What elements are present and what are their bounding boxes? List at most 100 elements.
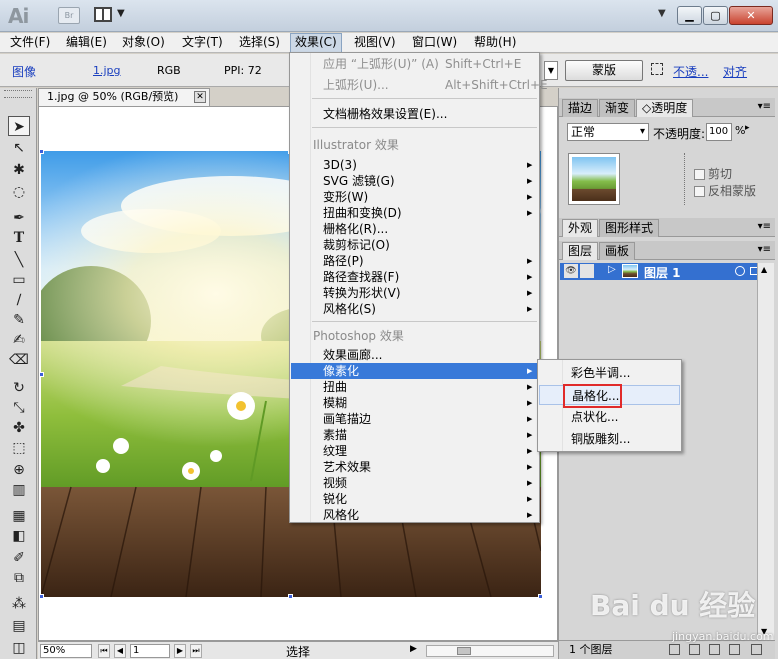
- menu-item-pixelate[interactable]: 像素化 ▶: [291, 363, 539, 379]
- lock-toggle[interactable]: [580, 264, 594, 278]
- close-button[interactable]: ✕: [729, 6, 773, 25]
- opacity-slider-icon[interactable]: ▸: [745, 123, 750, 133]
- last-artboard-icon[interactable]: ⏭: [190, 644, 202, 658]
- blend-tool-icon[interactable]: ⧉: [8, 568, 30, 588]
- new-sublayer-icon[interactable]: [709, 644, 720, 655]
- toolbar-grip[interactable]: [4, 90, 32, 98]
- menu-item-stylize-ps[interactable]: 风格化 ▶: [291, 507, 539, 523]
- menu-edit[interactable]: 编辑(E): [62, 33, 111, 53]
- line-tool-icon[interactable]: ╲: [8, 250, 30, 270]
- menu-item-texture[interactable]: 纹理 ▶: [291, 443, 539, 459]
- menu-item-sharpen[interactable]: 锐化 ▶: [291, 491, 539, 507]
- bounding-handle[interactable]: [288, 594, 293, 599]
- clipping-mask-icon[interactable]: [689, 644, 700, 655]
- column-graph-tool-icon[interactable]: ▤: [8, 616, 30, 636]
- magic-wand-tool-icon[interactable]: ✱: [8, 160, 30, 180]
- bridge-button[interactable]: Br: [58, 7, 80, 24]
- menu-item-raster-settings[interactable]: 文档栅格效果设置(E)...: [291, 106, 539, 122]
- menu-item-pathfinder[interactable]: 路径查找器(F) ▶: [291, 269, 539, 285]
- panel-menu-icon[interactable]: ▾≡: [758, 101, 771, 112]
- tab-transparency[interactable]: ◇透明度: [636, 99, 694, 117]
- eye-icon[interactable]: 👁: [564, 264, 578, 278]
- direct-selection-tool-icon[interactable]: ↖: [8, 138, 30, 158]
- menu-item-pointillize[interactable]: 点状化...: [539, 407, 680, 427]
- symbol-sprayer-tool-icon[interactable]: ⁂: [8, 594, 30, 614]
- clip-checkbox[interactable]: 剪切: [694, 165, 732, 182]
- menu-item-artistic[interactable]: 艺术效果 ▶: [291, 459, 539, 475]
- target-icon[interactable]: [735, 266, 745, 276]
- first-artboard-icon[interactable]: ⏮: [98, 644, 110, 658]
- menu-item-video[interactable]: 视频 ▶: [291, 475, 539, 491]
- minimize-button[interactable]: ▁: [677, 6, 702, 25]
- menu-file[interactable]: 文件(F): [6, 33, 54, 53]
- clip-checkbox-box[interactable]: [694, 169, 705, 180]
- rotate-tool-icon[interactable]: ↻: [8, 378, 30, 398]
- rectangle-tool-icon[interactable]: ▭: [8, 270, 30, 290]
- new-layer-icon[interactable]: [729, 644, 740, 655]
- menu-item-brush-strokes[interactable]: 画笔描边 ▶: [291, 411, 539, 427]
- bounding-handle[interactable]: [39, 372, 44, 377]
- menu-select[interactable]: 选择(S): [235, 33, 284, 53]
- menu-item-sketch[interactable]: 素描 ▶: [291, 427, 539, 443]
- lasso-tool-icon[interactable]: ◌: [8, 182, 30, 202]
- menu-item-mezzotint[interactable]: 铜版雕刻...: [539, 429, 680, 449]
- arrange-dropdown-icon[interactable]: ▼: [117, 8, 125, 19]
- tab-appearance[interactable]: 外观: [562, 219, 599, 237]
- menu-item-blur[interactable]: 模糊 ▶: [291, 395, 539, 411]
- transform-icon[interactable]: [651, 63, 663, 75]
- close-document-icon[interactable]: ✕: [194, 91, 206, 103]
- warp-tool-icon[interactable]: ✤: [8, 418, 30, 438]
- panel-menu-icon[interactable]: ▾≡: [758, 221, 771, 232]
- align-link[interactable]: 对齐: [723, 63, 747, 80]
- menu-effect[interactable]: 效果(C): [290, 33, 342, 53]
- pen-tool-icon[interactable]: ✒: [8, 208, 30, 228]
- opacity-input[interactable]: 100: [706, 123, 732, 141]
- tab-graphic-styles[interactable]: 图形样式: [599, 219, 660, 237]
- invert-mask-checkbox[interactable]: 反相蒙版: [694, 182, 756, 199]
- menu-item-distort[interactable]: 扭曲 ▶: [291, 379, 539, 395]
- menu-item-warp[interactable]: 变形(W) ▶: [291, 189, 539, 205]
- arrange-documents-icon[interactable]: [94, 7, 112, 22]
- filename-link[interactable]: 1.jpg: [93, 64, 121, 77]
- blend-mode-select[interactable]: 正常: [567, 123, 649, 141]
- tab-stroke[interactable]: 描边: [562, 99, 599, 117]
- layer-row[interactable]: 👁 ▷ 图层 1: [560, 263, 774, 280]
- shape-builder-tool-icon[interactable]: ⊕: [8, 460, 30, 480]
- scale-tool-icon[interactable]: ⤡: [8, 398, 30, 418]
- opacity-link[interactable]: 不透...: [673, 63, 708, 80]
- menu-item-rasterize[interactable]: 栅格化(R)...: [291, 221, 539, 237]
- menu-item-path[interactable]: 路径(P) ▶: [291, 253, 539, 269]
- gradient-tool-icon[interactable]: ◧: [8, 526, 30, 546]
- maximize-button[interactable]: ▢: [703, 6, 728, 25]
- scroll-thumb[interactable]: [457, 647, 471, 655]
- tab-gradient[interactable]: 渐变: [599, 99, 636, 117]
- menu-item-crop-marks[interactable]: 裁剪标记(O): [291, 237, 539, 253]
- artboard-tool-icon[interactable]: ◫: [8, 638, 30, 658]
- zoom-field[interactable]: 50%: [40, 644, 92, 658]
- scroll-up-icon[interactable]: ▲: [761, 265, 767, 274]
- next-artboard-icon[interactable]: ▶: [174, 644, 186, 658]
- horizontal-scrollbar[interactable]: [426, 645, 554, 657]
- status-menu-icon[interactable]: ▶: [410, 644, 417, 654]
- menu-item-3d[interactable]: 3D(3) ▶: [291, 157, 539, 173]
- graph-tool-icon[interactable]: ▥: [8, 480, 30, 500]
- prev-artboard-icon[interactable]: ◀: [114, 644, 126, 658]
- menu-item-svg-filters[interactable]: SVG 滤镜(G) ▶: [291, 173, 539, 189]
- menu-object[interactable]: 对象(O): [118, 33, 169, 53]
- layers-scrollbar[interactable]: ▲ ▼: [757, 263, 774, 641]
- eraser-tool-icon[interactable]: ⌫: [8, 350, 30, 370]
- menu-view[interactable]: 视图(V): [350, 33, 400, 53]
- locate-object-icon[interactable]: [669, 644, 680, 655]
- menu-item-convert-to-shape[interactable]: 转换为形状(V) ▶: [291, 285, 539, 301]
- menu-item-distort-transform[interactable]: 扭曲和变换(D) ▶: [291, 205, 539, 221]
- expand-triangle-icon[interactable]: ▷: [608, 264, 616, 275]
- delete-layer-icon[interactable]: [751, 644, 762, 655]
- invert-checkbox-box[interactable]: [694, 186, 705, 197]
- menu-item-stylize-ai[interactable]: 风格化(S) ▶: [291, 301, 539, 317]
- blob-brush-tool-icon[interactable]: ✍: [8, 330, 30, 350]
- bounding-handle[interactable]: [39, 149, 44, 154]
- document-tab[interactable]: 1.jpg @ 50% (RGB/预览) ✕: [38, 88, 210, 106]
- menu-help[interactable]: 帮助(H): [470, 33, 520, 53]
- tab-layers[interactable]: 图层: [562, 242, 599, 260]
- menu-type[interactable]: 文字(T): [178, 33, 227, 53]
